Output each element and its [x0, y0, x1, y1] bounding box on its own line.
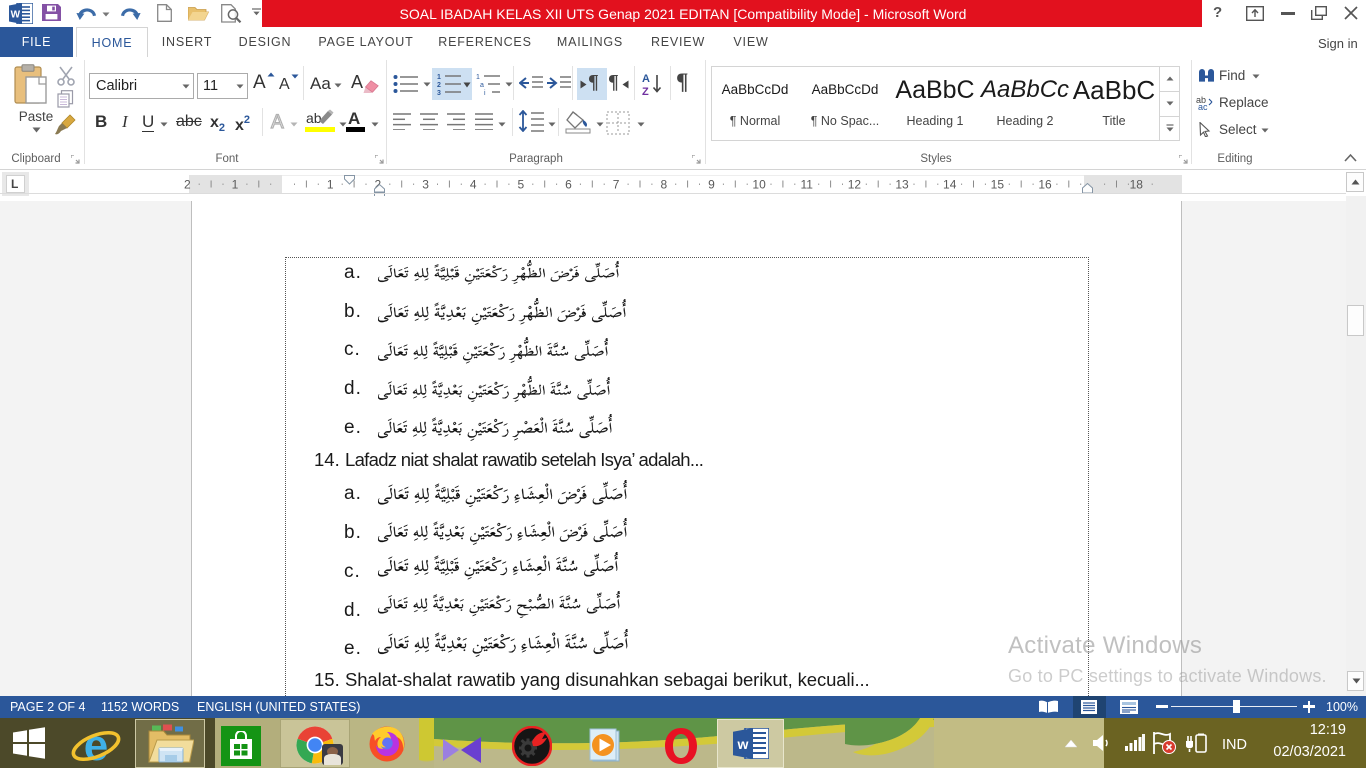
svg-text:W: W — [11, 10, 21, 21]
svg-text:e: e — [84, 724, 108, 768]
svg-text:3: 3 — [422, 178, 429, 192]
svg-text:i: i — [484, 90, 486, 96]
svg-text:1: 1 — [232, 178, 239, 192]
svg-text:15: 15 — [991, 178, 1005, 192]
svg-text:a: a — [480, 82, 484, 89]
svg-text:1: 1 — [476, 74, 480, 81]
svg-text:2: 2 — [184, 178, 191, 192]
svg-text:12: 12 — [848, 178, 862, 192]
svg-text:1: 1 — [437, 74, 441, 81]
svg-text:14: 14 — [943, 178, 957, 192]
svg-text:A: A — [642, 73, 650, 85]
svg-text:ac: ac — [1198, 102, 1208, 110]
svg-text:Z: Z — [642, 86, 649, 97]
svg-text:18: 18 — [1130, 178, 1144, 192]
svg-text:16: 16 — [1038, 178, 1052, 192]
svg-text:11: 11 — [801, 178, 814, 192]
svg-text:7: 7 — [613, 178, 620, 192]
svg-text:8: 8 — [660, 178, 667, 192]
svg-text:5: 5 — [518, 178, 525, 192]
svg-text:6: 6 — [565, 178, 572, 192]
svg-text:9: 9 — [708, 178, 715, 192]
svg-text:3: 3 — [437, 90, 441, 96]
svg-text:4: 4 — [470, 178, 477, 192]
svg-text:1: 1 — [327, 178, 334, 192]
svg-text:2: 2 — [437, 82, 441, 89]
svg-text:13: 13 — [895, 178, 909, 192]
svg-text:w: w — [737, 736, 749, 752]
svg-text:10: 10 — [752, 178, 766, 192]
